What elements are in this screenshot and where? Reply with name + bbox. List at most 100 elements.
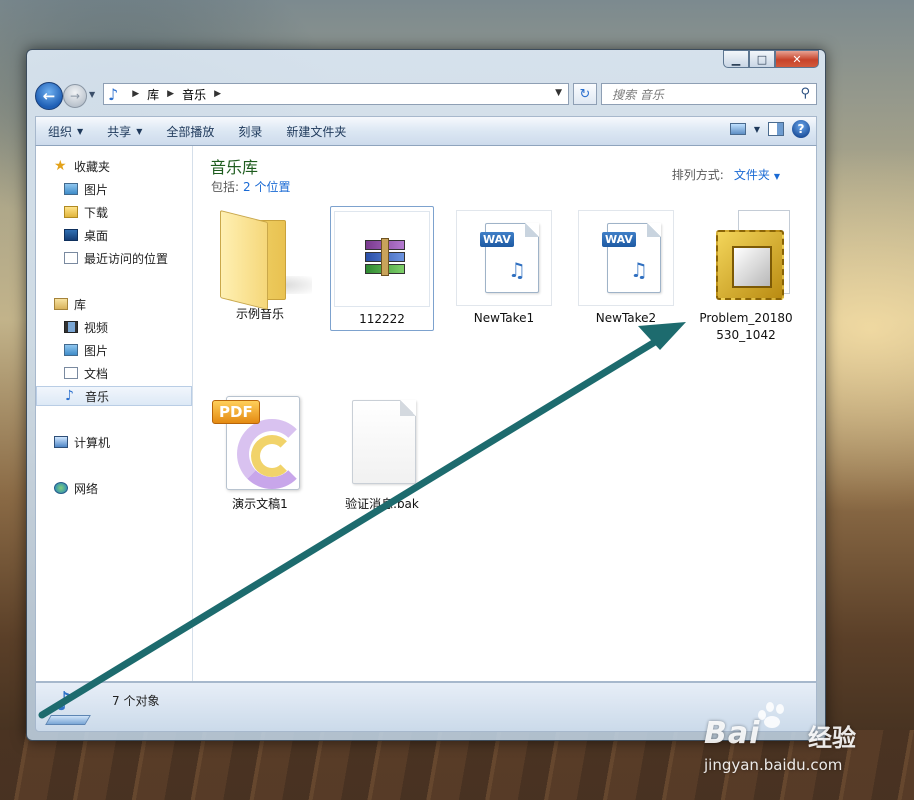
share-label: 共享 (107, 124, 132, 139)
watermark-brand: Bai (704, 716, 761, 751)
play-all-button[interactable]: 全部播放 (154, 123, 226, 140)
address-dropdown-icon[interactable]: ▼ (555, 88, 562, 98)
breadcrumb-separator-icon[interactable]: ▶ (214, 89, 221, 99)
pdf-tag: PDF (212, 400, 260, 424)
sidebar-item-recent-places[interactable]: 最近访问的位置 (64, 248, 220, 268)
breadcrumb-music[interactable]: 音乐 (182, 86, 206, 103)
sidebar-item-music[interactable]: ♪ 音乐 (36, 386, 192, 406)
file-name: 示例音乐 (235, 307, 284, 321)
file-item-bak[interactable]: 验证消息.bak (330, 396, 434, 513)
sidebar-label: 视频 (84, 320, 109, 335)
music-note-icon: ♫ (508, 258, 526, 282)
sidebar-label: 图片 (84, 343, 109, 358)
sidebar-item-documents[interactable]: 文档 (64, 363, 220, 383)
explorer-window: ▁ □ ✕ ← → ▼ ♪ ▶ 库 ▶ 音乐 ▶ ▼ ↻ ⚲ 组织 ▼ 共享 ▼ 全… (26, 49, 826, 741)
breadcrumb-separator-icon[interactable]: ▶ (132, 89, 139, 99)
sidebar-favorites[interactable]: ★ 收藏夹 (54, 156, 210, 176)
recent-places-icon (64, 252, 78, 264)
breadcrumb-libraries[interactable]: 库 (147, 86, 159, 103)
baidu-watermark: Bai 经验 jingyan.baidu.com (704, 700, 904, 780)
view-options-chevron-icon[interactable]: ▼ (754, 125, 760, 134)
recent-pages-dropdown[interactable]: ▼ (89, 90, 95, 99)
file-name-line: Problem_20180 (699, 311, 793, 325)
close-button[interactable]: ✕ (775, 50, 819, 68)
wav-tag: WAV (480, 232, 514, 247)
sidebar-computer[interactable]: 计算机 (54, 432, 210, 452)
navigation-pane: ★ 收藏夹 图片 下载 桌面 最近访问的位置 库 视频 图片 文档 ♪ 音乐 计… (36, 146, 193, 681)
file-name: 112222 (359, 312, 405, 326)
wav-file-icon: WAV ♫ (456, 210, 552, 306)
burn-button[interactable]: 刻录 (226, 123, 274, 140)
forward-button[interactable]: → (63, 84, 87, 108)
videos-icon (64, 321, 78, 333)
library-title: 音乐库 (210, 158, 259, 177)
arrange-by: 排列方式: 文件夹 ▼ (672, 166, 780, 183)
arrange-by-dropdown[interactable]: 文件夹 (734, 168, 770, 182)
sidebar-label: 库 (74, 297, 87, 312)
pdf-file-icon: PDF (212, 396, 308, 492)
documents-icon (64, 367, 78, 379)
sidebar-network[interactable]: 网络 (54, 478, 210, 498)
arrange-label: 排列方式: (671, 168, 724, 182)
network-icon (54, 482, 68, 494)
maximize-button[interactable]: □ (749, 50, 775, 68)
back-button[interactable]: ← (35, 82, 63, 110)
chevron-down-icon: ▼ (77, 126, 84, 136)
computer-icon (54, 436, 68, 448)
sidebar-item-videos[interactable]: 视频 (64, 317, 220, 337)
change-view-icon[interactable] (729, 123, 746, 135)
navigation-row: ← → ▼ ♪ ▶ 库 ▶ 音乐 ▶ ▼ ↻ ⚲ (35, 82, 817, 110)
sidebar-item-downloads[interactable]: 下载 (64, 202, 220, 222)
includes-locations-link[interactable]: 2 个位置 (243, 180, 290, 194)
file-name: NewTake1 (473, 311, 535, 325)
search-box[interactable]: ⚲ (601, 83, 817, 105)
toolbar-right: ▼ ? (729, 120, 810, 138)
music-note-icon: ♫ (630, 258, 648, 282)
chevron-down-icon: ▼ (136, 126, 143, 136)
file-item-pdf[interactable]: PDF 演示文稿1 (208, 396, 312, 513)
file-item-folder[interactable]: 示例音乐 (208, 206, 312, 323)
music-library-icon: ♪ (45, 687, 91, 727)
sidebar-item-lib-pictures[interactable]: 图片 (64, 340, 220, 360)
file-name: Problem_20180 530_1042 (694, 310, 798, 344)
wav-tag: WAV (602, 232, 636, 247)
organize-menu[interactable]: 组织 ▼ (36, 123, 95, 140)
sidebar-label: 桌面 (84, 228, 109, 243)
content-area: ★ 收藏夹 图片 下载 桌面 最近访问的位置 库 视频 图片 文档 ♪ 音乐 计… (35, 146, 817, 682)
help-icon[interactable]: ? (792, 120, 810, 138)
wav-file-icon: WAV ♫ (578, 210, 674, 306)
search-input[interactable] (610, 85, 794, 105)
preview-pane-icon[interactable] (768, 122, 784, 136)
sidebar-item-desktop[interactable]: 桌面 (64, 225, 220, 245)
file-item-wav[interactable]: WAV ♫ NewTake2 (574, 210, 678, 327)
includes-label: 包括: (211, 180, 240, 194)
blank-file-icon (334, 396, 430, 492)
command-bar: 组织 ▼ 共享 ▼ 全部播放 刻录 新建文件夹 ▼ ? (35, 116, 817, 146)
arrow-left-icon: ← (42, 87, 56, 105)
file-item-rar[interactable]: 112222 (330, 206, 434, 331)
file-name-line: 530_1042 (716, 328, 776, 342)
arrow-right-icon: → (69, 89, 81, 103)
search-icon[interactable]: ⚲ (800, 86, 810, 101)
minimize-button[interactable]: ▁ (723, 50, 749, 68)
sidebar-libraries[interactable]: 库 (54, 294, 210, 314)
sidebar-label: 下载 (84, 205, 109, 220)
share-menu[interactable]: 共享 ▼ (95, 123, 154, 140)
file-item-wav[interactable]: WAV ♫ NewTake1 (452, 210, 556, 327)
watermark-url: jingyan.baidu.com (704, 756, 843, 774)
breadcrumb-separator-icon[interactable]: ▶ (167, 89, 174, 99)
chevron-down-icon[interactable]: ▼ (774, 172, 780, 181)
item-count: 7 个对象 (112, 694, 160, 708)
new-folder-button[interactable]: 新建文件夹 (274, 123, 358, 140)
star-icon: ★ (54, 158, 67, 174)
refresh-button[interactable]: ↻ (573, 83, 597, 105)
music-note-icon: ♪ (65, 388, 74, 404)
sidebar-item-pictures[interactable]: 图片 (64, 179, 220, 199)
organize-label: 组织 (48, 124, 73, 139)
address-bar[interactable]: ♪ ▶ 库 ▶ 音乐 ▶ ▼ (103, 83, 569, 105)
image-frame-file-icon (698, 210, 794, 306)
caption-buttons: ▁ □ ✕ (723, 50, 819, 68)
breadcrumb: ▶ 库 ▶ 音乐 ▶ (124, 86, 229, 103)
rar-archive-icon (334, 211, 430, 307)
file-item-psr[interactable]: Problem_20180 530_1042 (694, 210, 798, 344)
